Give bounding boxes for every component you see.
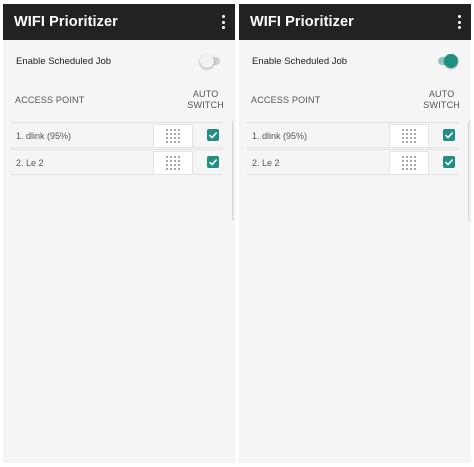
scheduled-job-row: Enable Scheduled Job: [252, 51, 458, 71]
access-point-name: 2. Le 2: [252, 158, 280, 168]
app-bar: WIFI Prioritizer: [3, 4, 235, 40]
toggle-thumb: [200, 54, 214, 68]
access-point-name: 1. dlink (95%): [16, 131, 72, 141]
auto-switch-checkbox[interactable]: [207, 156, 219, 168]
scheduled-job-toggle[interactable]: [200, 54, 222, 68]
check-icon: [208, 132, 218, 139]
screen-scheduled-off: WIFI Prioritizer Enable Scheduled Job AC…: [3, 4, 235, 463]
access-point-name: 2. Le 2: [16, 158, 44, 168]
access-point-row[interactable]: 1. dlink (95%): [11, 122, 223, 148]
app-bar: WIFI Prioritizer: [239, 4, 471, 40]
side-panel-edge: [468, 120, 471, 221]
screen-scheduled-on: WIFI Prioritizer Enable Scheduled Job AC…: [239, 4, 471, 463]
drag-handle-icon[interactable]: [389, 124, 429, 148]
column-header-auto-switch: AUTO SWITCH: [423, 89, 460, 111]
side-panel-edge: [232, 120, 235, 221]
drag-handle-icon[interactable]: [153, 124, 193, 148]
column-header-auto-line: AUTO: [428, 89, 455, 99]
drag-handle-icon[interactable]: [153, 151, 193, 175]
access-point-row[interactable]: 2. Le 2: [247, 149, 459, 175]
scheduled-job-row: Enable Scheduled Job: [16, 51, 222, 71]
auto-switch-checkbox[interactable]: [443, 156, 455, 168]
app-title: WIFI Prioritizer: [250, 14, 354, 30]
app-title: WIFI Prioritizer: [14, 14, 118, 30]
drag-handle-icon[interactable]: [389, 151, 429, 175]
more-vert-icon[interactable]: [457, 15, 461, 29]
column-header-auto-switch: AUTO SWITCH: [187, 89, 224, 111]
auto-switch-checkbox[interactable]: [207, 129, 219, 141]
scheduled-job-toggle[interactable]: [436, 54, 458, 68]
access-point-row[interactable]: 1. dlink (95%): [247, 122, 459, 148]
column-header-switch-line: SWITCH: [423, 100, 460, 110]
scheduled-job-label: Enable Scheduled Job: [16, 55, 112, 67]
more-vert-icon[interactable]: [221, 15, 225, 29]
column-header-switch-line: SWITCH: [187, 100, 224, 110]
check-icon: [444, 159, 454, 166]
access-point-name: 1. dlink (95%): [252, 131, 308, 141]
toggle-thumb: [444, 54, 458, 68]
column-header-access-point: ACCESS POINT: [251, 95, 321, 105]
column-header-auto-line: AUTO: [192, 89, 219, 99]
access-point-row[interactable]: 2. Le 2: [11, 149, 223, 175]
scheduled-job-label: Enable Scheduled Job: [252, 55, 348, 67]
check-icon: [444, 132, 454, 139]
check-icon: [208, 159, 218, 166]
auto-switch-checkbox[interactable]: [443, 129, 455, 141]
column-header-access-point: ACCESS POINT: [15, 95, 85, 105]
